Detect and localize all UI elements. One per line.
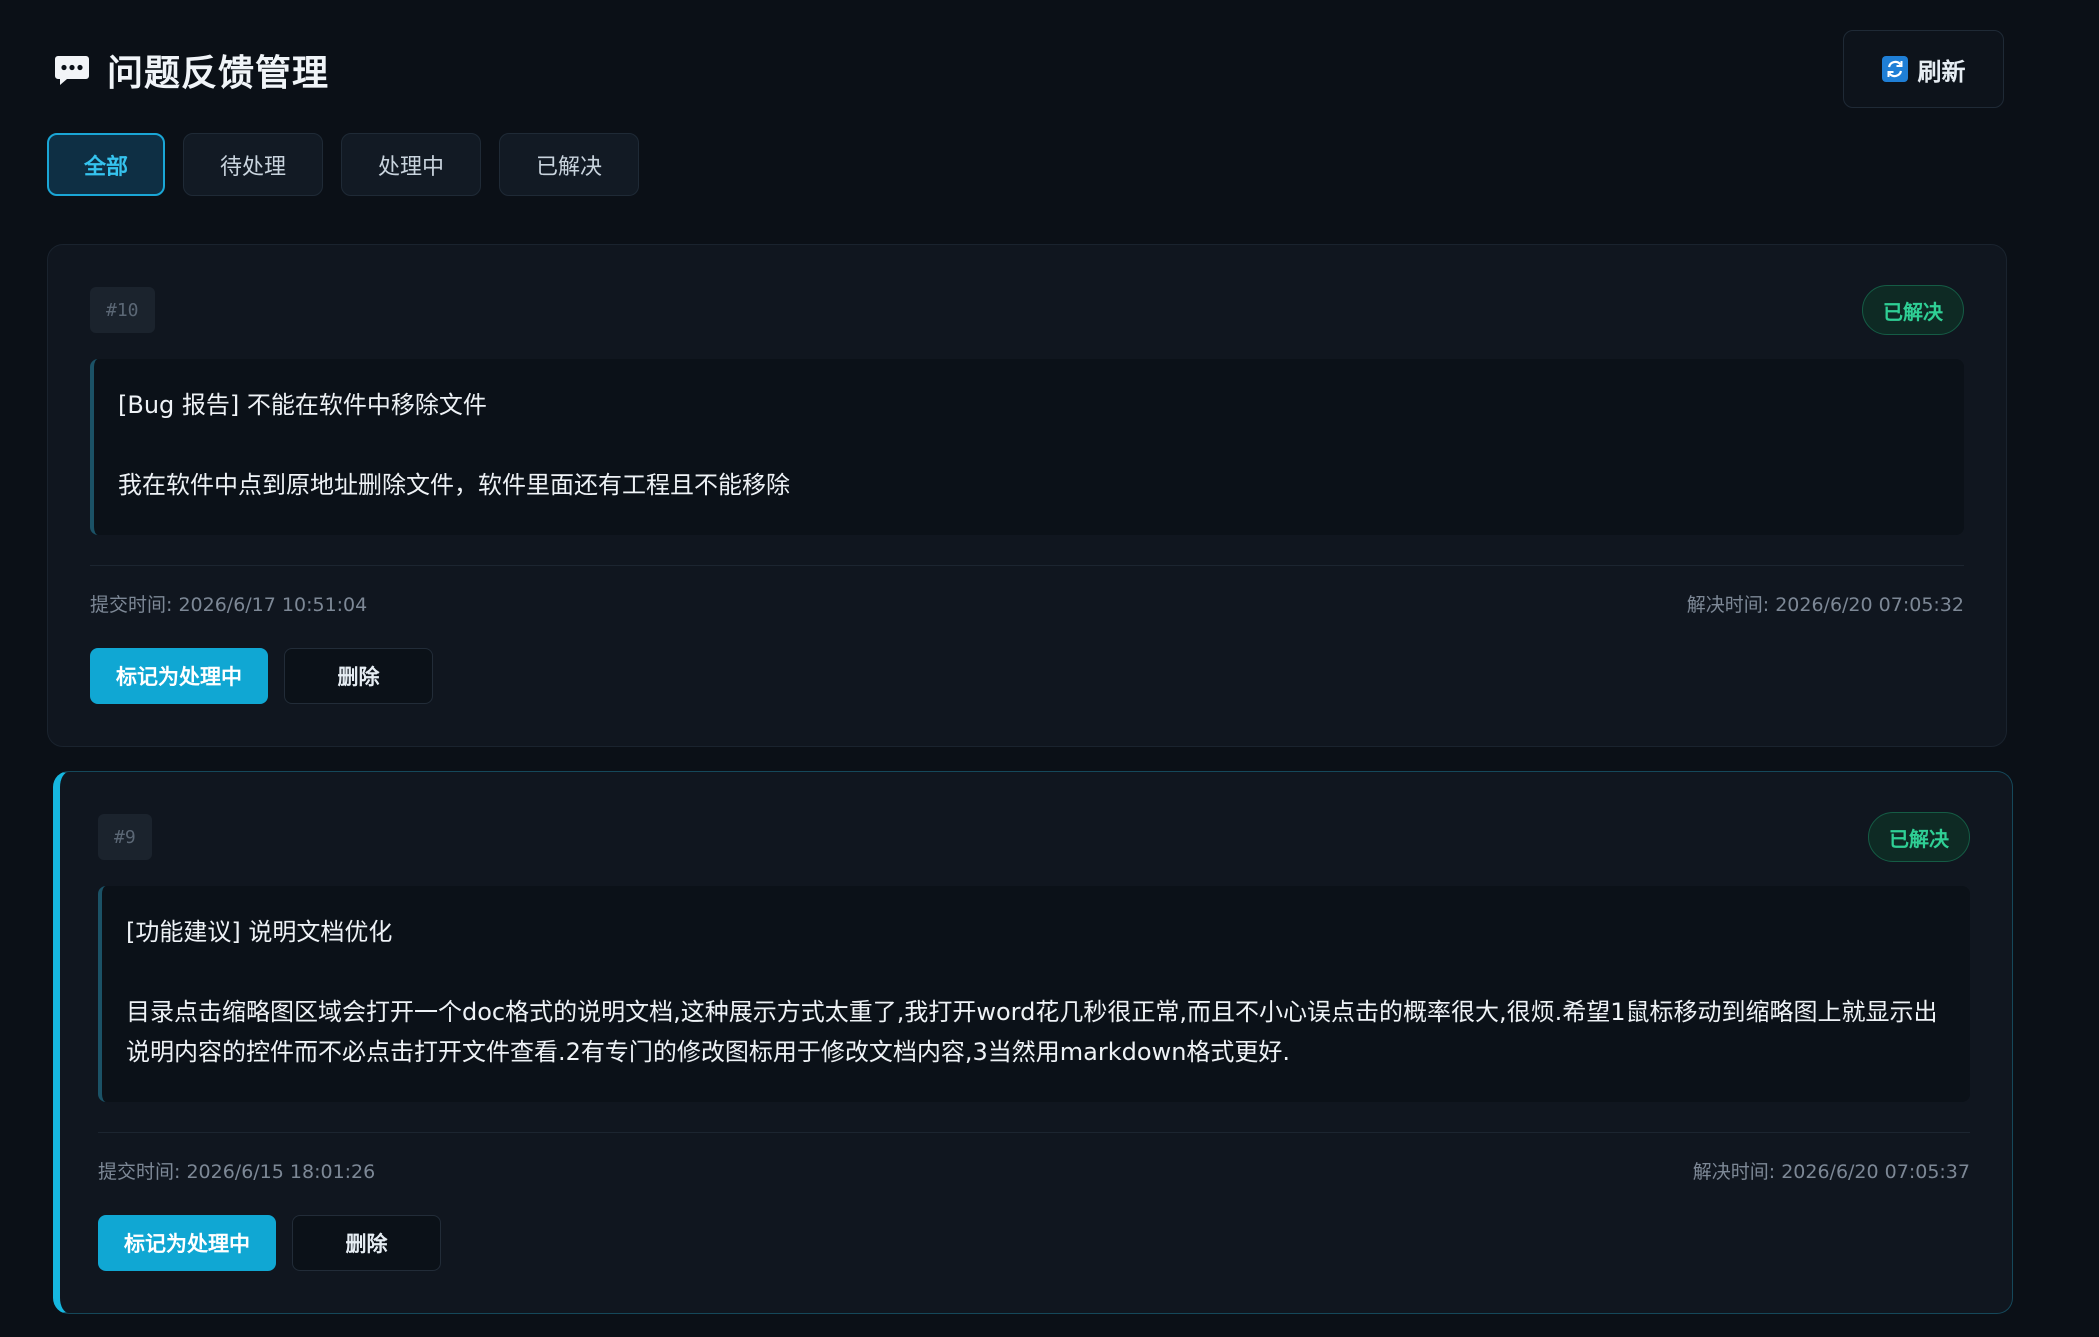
delete-button[interactable]: 删除: [292, 1215, 441, 1271]
refresh-button[interactable]: 刷新: [1843, 30, 2004, 108]
tab-resolved[interactable]: 已解决: [499, 133, 640, 196]
status-filter-tabs: 全部 待处理 处理中 已解决: [47, 133, 640, 196]
feedback-body: 我在软件中点到原地址删除文件，软件里面还有工程且不能移除: [118, 471, 790, 499]
status-badge: 已解决: [1862, 285, 1964, 335]
feedback-card-highlighted: #9 已解决 [功能建议] 说明文档优化 目录点击缩略图区域会打开一个doc格式…: [53, 771, 2013, 1314]
resolved-time: 解决时间: 2026/6/20 07:05:37: [1692, 1161, 1970, 1183]
feedback-content: [功能建议] 说明文档优化 目录点击缩略图区域会打开一个doc格式的说明文档,这…: [98, 886, 1970, 1102]
content-spacer: [126, 952, 1946, 992]
tab-all[interactable]: 全部: [47, 133, 166, 196]
tab-in-progress[interactable]: 处理中: [341, 133, 482, 196]
page-title: 问题反馈管理: [107, 53, 330, 94]
divider: [90, 565, 1964, 566]
feedback-title: [Bug 报告] 不能在软件中移除文件: [118, 391, 487, 419]
status-badge: 已解决: [1868, 812, 1970, 862]
resolved-time: 解决时间: 2026/6/20 07:05:32: [1686, 594, 1964, 616]
feedback-id-badge: #10: [90, 287, 155, 333]
refresh-label: 刷新: [1917, 57, 1966, 86]
feedback-management-page: 问题反馈管理 刷新 全部 待处理 处理中 已解决 #10 已解决 [Bug 报告…: [0, 0, 2099, 1337]
tab-pending[interactable]: 待处理: [183, 133, 324, 196]
feedback-body: 目录点击缩略图区域会打开一个doc格式的说明文档,这种展示方式太重了,我打开wo…: [126, 998, 1938, 1066]
submitted-time: 提交时间: 2026/6/15 18:01:26: [98, 1161, 376, 1183]
card-header: #10 已解决: [90, 285, 1964, 335]
chat-bubble-icon: [53, 51, 91, 89]
card-header: #9 已解决: [98, 812, 1970, 862]
title-wrap: 问题反馈管理: [53, 44, 329, 96]
mark-in-progress-button[interactable]: 标记为处理中: [98, 1215, 276, 1271]
feedback-card: #10 已解决 [Bug 报告] 不能在软件中移除文件 我在软件中点到原地址删除…: [47, 244, 2007, 747]
timestamps-row: 提交时间: 2026/6/15 18:01:26 解决时间: 2026/6/20…: [98, 1157, 1970, 1187]
submitted-time: 提交时间: 2026/6/17 10:51:04: [90, 594, 368, 616]
feedback-id-badge: #9: [98, 814, 152, 860]
mark-in-progress-button[interactable]: 标记为处理中: [90, 648, 268, 704]
timestamps-row: 提交时间: 2026/6/17 10:51:04 解决时间: 2026/6/20…: [90, 590, 1964, 620]
refresh-icon: [1881, 56, 1908, 82]
feedback-title: [功能建议] 说明文档优化: [126, 918, 393, 946]
content-spacer: [118, 425, 1940, 465]
divider: [98, 1132, 1970, 1133]
delete-button[interactable]: 删除: [284, 648, 433, 704]
feedback-content: [Bug 报告] 不能在软件中移除文件 我在软件中点到原地址删除文件，软件里面还…: [90, 359, 1964, 535]
card-actions: 标记为处理中 删除: [90, 648, 1964, 704]
card-actions: 标记为处理中 删除: [98, 1215, 1970, 1271]
header: 问题反馈管理 刷新: [47, 0, 2052, 128]
